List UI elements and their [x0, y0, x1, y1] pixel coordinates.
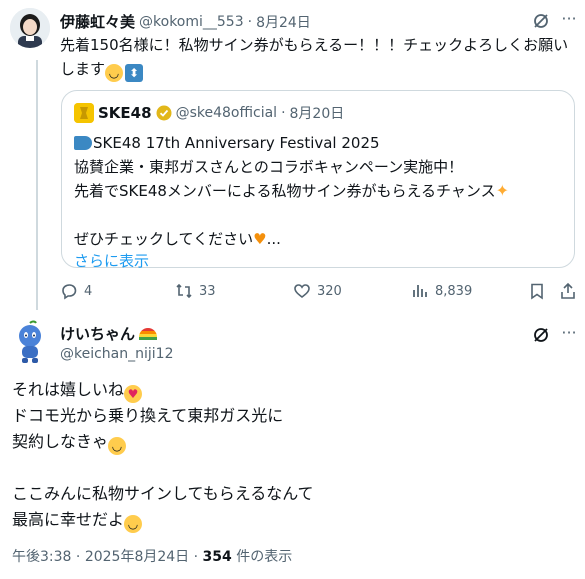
- author-name[interactable]: 伊藤虹々美: [60, 11, 135, 32]
- quoted-text-ellipsis: ...: [266, 230, 281, 248]
- reply-icon: [62, 284, 77, 300]
- bookmark-icon: [531, 283, 543, 300]
- reply-button[interactable]: 4: [60, 282, 92, 300]
- retweet-icon: [176, 283, 192, 299]
- more-options-icon[interactable]: ···: [560, 325, 578, 344]
- sparkles-emoji-icon: ✦: [495, 181, 509, 200]
- quoted-tweet-date: 8月20日: [289, 106, 345, 122]
- smiling-blush-emoji-icon: ◡: [108, 437, 127, 455]
- up-down-arrow-emoji-icon: ⬍: [125, 64, 144, 82]
- orange-heart-emoji-icon: ♥: [253, 230, 267, 248]
- reply-text-line3: 契約しなきゃ: [12, 432, 109, 451]
- heart-icon: [294, 284, 310, 299]
- quoted-text-line2: 協賛企業・東邦ガスさんとのコラボキャンペーン実施中！: [74, 158, 464, 176]
- megaphone-emoji-icon: [74, 136, 92, 150]
- separator-dot: ·: [193, 549, 199, 565]
- views-button[interactable]: 8,839: [411, 282, 472, 300]
- quoted-text-line4: ぜひチェックしてください: [74, 230, 254, 248]
- smile-emoji-icon: ◡: [105, 64, 124, 82]
- reply-count: 4: [84, 283, 93, 299]
- author-handle[interactable]: @keichan_niji12: [60, 346, 174, 362]
- grok-icon[interactable]: [532, 12, 550, 30]
- grok-icon[interactable]: [532, 326, 550, 344]
- ske48-avatar: [74, 103, 94, 123]
- views-bar-chart-icon: [413, 285, 427, 297]
- views-count: 8,839: [435, 283, 473, 299]
- retweet-button[interactable]: 33: [175, 282, 216, 300]
- tweet-text-line1: 先着150名様に！私物サイン券がもらえるー！！！チェックよろしくお願い: [60, 36, 569, 54]
- reply-text-line2: ドコモ光から乗り換えて東邦ガス光に: [12, 406, 284, 425]
- post-date[interactable]: 2025年8月24日: [85, 549, 189, 565]
- tweet-text-line2: します: [60, 60, 106, 78]
- like-count: 320: [317, 283, 342, 299]
- quoted-author-name: SKE48: [98, 104, 152, 122]
- reply-text-line4: ここみんに私物サインしてもらえるなんて: [12, 484, 314, 503]
- avatar-image: [19, 320, 41, 363]
- author-name[interactable]: けいちゃん: [60, 323, 135, 344]
- quoted-tweet-card[interactable]: SKE48 @ske48official · 8月20日 SKE48 17th …: [61, 90, 575, 271]
- tweet-date[interactable]: 8月24日: [256, 12, 311, 32]
- author-handle[interactable]: @kokomi__553: [139, 14, 244, 30]
- like-button[interactable]: 320: [293, 282, 342, 300]
- share-icon: [561, 282, 575, 299]
- reply-text-line5: 最高に幸せだよ: [12, 510, 125, 529]
- retweet-count: 33: [199, 283, 216, 299]
- post-time[interactable]: 午後3:38: [12, 549, 71, 565]
- separator-dot: ·: [247, 13, 253, 30]
- quoted-text-line1: SKE48 17th Anniversary Festival 2025: [93, 134, 380, 152]
- quoted-author-handle: @ske48official: [175, 105, 278, 121]
- view-count: 354: [202, 549, 232, 565]
- separator-dot: ·: [75, 549, 81, 565]
- rainbow-emoji-icon: [139, 327, 158, 340]
- more-options-icon[interactable]: ···: [560, 11, 578, 30]
- reply-text-line1: それは嬉しいね: [12, 380, 125, 399]
- quoted-text-line3: 先着でSKE48メンバーによる私物サイン券がもらえるチャンス: [74, 182, 496, 200]
- avatar-kokomi[interactable]: [10, 8, 50, 48]
- avatar-image: [10, 8, 50, 48]
- view-count-label: 件の表示: [231, 549, 293, 565]
- thread-line: [36, 60, 38, 310]
- avatar-keichan[interactable]: [10, 320, 50, 364]
- show-more-link[interactable]: さらに表示: [74, 251, 564, 271]
- ske48-logo-icon: [74, 103, 94, 123]
- share-button[interactable]: [559, 282, 577, 300]
- verified-badge-icon: [156, 105, 172, 121]
- separator-dot: ·: [281, 105, 286, 121]
- smiling-blush-emoji-icon: ◡: [124, 515, 143, 533]
- smiling-face-with-hearts-icon: ♥: [124, 385, 143, 403]
- bookmark-button[interactable]: [528, 282, 546, 300]
